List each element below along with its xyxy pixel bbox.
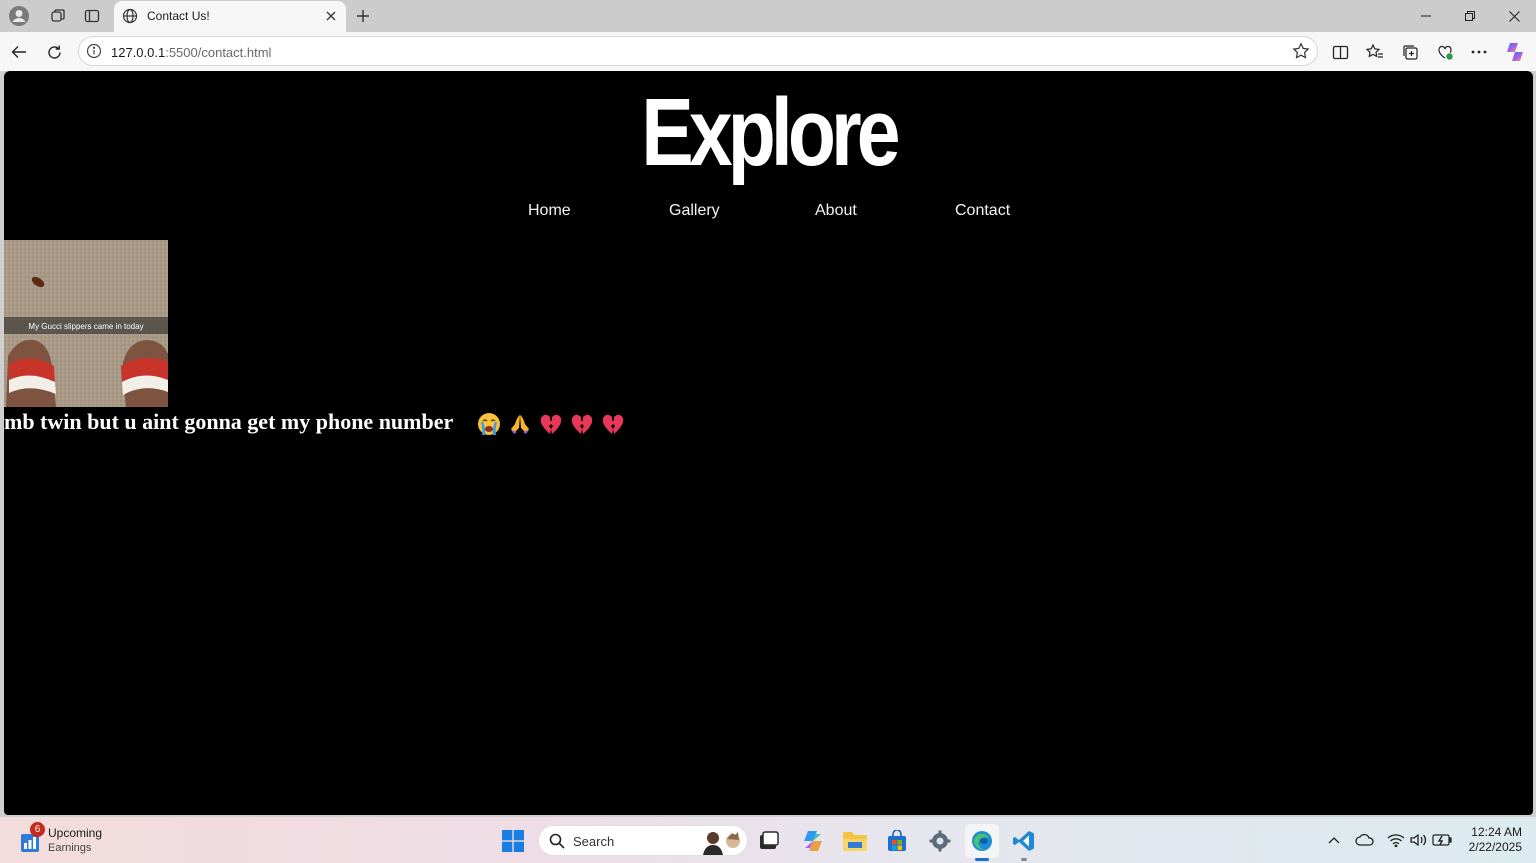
page-viewport: Explore Home Gallery About Contact My Gu…	[4, 71, 1533, 815]
broken-heart-icon	[539, 412, 563, 441]
nav-link-home[interactable]: Home	[528, 202, 571, 220]
close-tab-icon[interactable]	[322, 7, 340, 25]
restore-button[interactable]	[1448, 0, 1492, 32]
crying-face-icon	[477, 412, 501, 441]
photo-caption: My Gucci slippers came in today	[28, 322, 143, 331]
broken-heart-icon	[570, 412, 594, 441]
taskbar-search[interactable]: Search	[538, 825, 748, 856]
url-host: 127.0.0.1	[111, 45, 166, 60]
browser-toolbar: 127.0.0.1:5500/contact.html	[0, 32, 1536, 71]
globe-icon	[122, 8, 138, 29]
favorite-star-icon[interactable]	[1292, 42, 1310, 65]
show-hidden-icons-chevron-icon[interactable]	[1323, 829, 1345, 851]
copilot-icon[interactable]	[1501, 38, 1529, 66]
battery-charging-icon[interactable]	[1431, 829, 1453, 851]
url-text: 127.0.0.1:5500/contact.html	[111, 45, 271, 60]
back-icon[interactable]	[5, 38, 33, 66]
favorites-icon[interactable]	[1361, 38, 1389, 66]
info-icon[interactable]	[86, 43, 102, 64]
search-highlight-icon	[699, 827, 745, 860]
new-tab-button[interactable]	[350, 4, 376, 28]
minimize-button[interactable]	[1404, 0, 1448, 32]
start-button[interactable]	[496, 824, 530, 858]
edge-browser-icon[interactable]	[965, 824, 999, 861]
nav-link-contact[interactable]: Contact	[955, 202, 1010, 220]
copilot-app-icon[interactable]	[796, 824, 830, 858]
wifi-icon[interactable]	[1385, 829, 1407, 851]
broken-heart-icon	[601, 412, 625, 441]
workspaces-icon[interactable]	[44, 4, 72, 28]
split-screen-icon[interactable]	[1326, 38, 1354, 66]
search-placeholder: Search	[573, 834, 615, 849]
vertical-tabs-icon[interactable]	[78, 4, 106, 28]
refresh-icon[interactable]	[40, 38, 68, 66]
task-view-icon[interactable]	[752, 824, 786, 858]
taskbar: 6 Upcoming Earnings Search 12:24 AM 2/22…	[0, 817, 1536, 863]
system-clock[interactable]: 12:24 AM 2/22/2025	[1452, 825, 1522, 855]
active-app-indicator	[975, 858, 989, 861]
search-icon	[549, 833, 565, 854]
settings-gear-icon[interactable]	[923, 824, 957, 858]
widget-title: Upcoming	[48, 826, 103, 840]
slippers-photo: My Gucci slippers came in today	[4, 240, 168, 407]
site-logo: Explore	[641, 79, 900, 186]
profile-icon[interactable]	[5, 4, 33, 28]
clock-date: 2/22/2025	[1468, 840, 1522, 854]
volume-icon[interactable]	[1408, 829, 1430, 851]
widgets-button[interactable]: 6 Upcoming Earnings	[18, 822, 118, 857]
contact-message: mb twin but u aint gonna get my phone nu…	[4, 409, 454, 434]
tab-strip: Contact Us!	[0, 0, 1536, 32]
onedrive-cloud-icon[interactable]	[1354, 829, 1376, 851]
file-explorer-icon[interactable]	[838, 824, 872, 858]
browser-essentials-icon[interactable]	[1431, 38, 1459, 66]
notification-badge: 6	[30, 822, 45, 837]
running-app-indicator	[1021, 858, 1027, 861]
tab-title: Contact Us!	[147, 9, 210, 23]
address-bar[interactable]: 127.0.0.1:5500/contact.html	[78, 36, 1318, 66]
clock-time: 12:24 AM	[1471, 825, 1522, 839]
collections-icon[interactable]	[1396, 38, 1424, 66]
emoji-row	[477, 412, 625, 441]
close-window-button[interactable]	[1492, 0, 1536, 32]
vscode-icon[interactable]	[1007, 824, 1041, 861]
active-tab[interactable]: Contact Us!	[114, 1, 346, 32]
microsoft-store-icon[interactable]	[880, 824, 914, 858]
nav-link-gallery[interactable]: Gallery	[669, 202, 720, 220]
nav-link-about[interactable]: About	[815, 202, 857, 220]
widget-subtitle: Earnings	[48, 842, 92, 854]
folded-hands-icon	[508, 412, 532, 441]
more-options-icon[interactable]	[1465, 38, 1493, 66]
url-path: :5500/contact.html	[165, 45, 272, 60]
